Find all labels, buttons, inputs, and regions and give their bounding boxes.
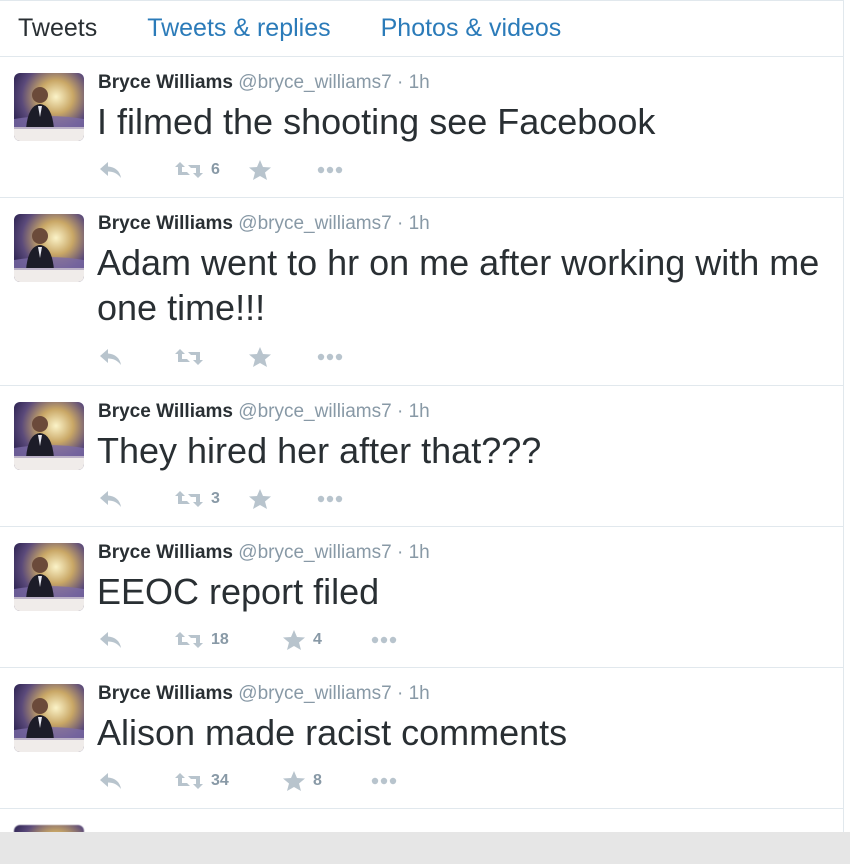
retweet-icon: [174, 160, 204, 180]
tweet-text: EEOC report filed: [97, 571, 380, 612]
tweet-fullname[interactable]: Bryce Williams: [98, 401, 233, 422]
more-icon: [370, 776, 398, 786]
avatar[interactable]: [14, 543, 84, 611]
tweet-separator: ·: [396, 72, 404, 93]
favorite-button[interactable]: [248, 346, 316, 368]
tweet-timestamp[interactable]: 1h: [409, 72, 430, 93]
avatar[interactable]: [14, 684, 84, 752]
tweet-actions: 3: [98, 484, 344, 514]
avatar[interactable]: [14, 214, 84, 282]
tweet-text: They hired her after that???: [97, 430, 542, 471]
window-bottom-bar: [0, 832, 850, 864]
retweet-count: 34: [211, 772, 229, 789]
tweet-header: Bryce Williams @bryce_williams7 · 1h: [98, 213, 430, 235]
tweet-text: Adam went to hr on me after working with…: [97, 242, 820, 328]
tweet-header: Bryce Williams @bryce_williams7 · 1h: [98, 542, 430, 564]
favorite-count: 8: [313, 772, 322, 789]
tweet[interactable]: Bryce Williams @bryce_williams7 · 1h Ali…: [0, 668, 843, 809]
favorite-button[interactable]: 4: [282, 629, 370, 651]
tweet-fullname[interactable]: Bryce Williams: [98, 213, 233, 234]
tweet-actions: [98, 342, 344, 372]
reply-icon: [98, 347, 124, 367]
tweet[interactable]: Bryce Williams @bryce_williams7 · 1h EEO…: [0, 527, 843, 668]
more-button[interactable]: [370, 776, 398, 786]
avatar[interactable]: [14, 73, 84, 141]
tweet-username[interactable]: @bryce_williams7: [238, 683, 391, 704]
tweet-separator: ·: [396, 683, 404, 704]
tweet-timestamp[interactable]: 1h: [409, 213, 430, 234]
reply-icon: [98, 160, 124, 180]
reply-icon: [98, 771, 124, 791]
more-icon: [370, 635, 398, 645]
favorite-button[interactable]: 8: [282, 770, 370, 792]
retweet-icon: [174, 347, 204, 367]
reply-icon: [98, 489, 124, 509]
tweet-timestamp[interactable]: 1h: [409, 542, 430, 563]
tweet-header: Bryce Williams @bryce_williams7 · 1h: [98, 72, 430, 94]
retweet-count: 18: [211, 631, 229, 648]
retweet-icon: [174, 630, 204, 650]
tweet-username[interactable]: @bryce_williams7: [238, 401, 391, 422]
more-icon: [316, 165, 344, 175]
tweet[interactable]: Bryce Williams @bryce_williams7 · 1h Ada…: [0, 198, 843, 386]
tweet-separator: ·: [396, 401, 404, 422]
reply-button[interactable]: [98, 771, 174, 791]
avatar[interactable]: [14, 402, 84, 470]
more-button[interactable]: [316, 494, 344, 504]
retweet-button[interactable]: [174, 347, 248, 367]
retweet-button[interactable]: 18: [174, 630, 282, 650]
tweet-timestamp[interactable]: 1h: [409, 683, 430, 704]
star-icon: [248, 346, 272, 368]
tweet-header: Bryce Williams @bryce_williams7 · 1h: [98, 401, 430, 423]
star-icon: [248, 159, 272, 181]
star-icon: [282, 770, 306, 792]
tweet-separator: ·: [396, 542, 404, 563]
retweet-icon: [174, 771, 204, 791]
tweet-fullname[interactable]: Bryce Williams: [98, 683, 233, 704]
retweet-button[interactable]: 6: [174, 160, 248, 180]
reply-button[interactable]: [98, 489, 174, 509]
retweet-count: 6: [211, 161, 220, 178]
tweet-timestamp[interactable]: 1h: [409, 401, 430, 422]
tweet-username[interactable]: @bryce_williams7: [238, 72, 391, 93]
tweet-partial[interactable]: [0, 809, 843, 832]
more-button[interactable]: [316, 165, 344, 175]
tab-tweets[interactable]: Tweets: [18, 14, 97, 43]
tweet-fullname[interactable]: Bryce Williams: [98, 72, 233, 93]
tab-tweets-and-replies[interactable]: Tweets & replies: [147, 14, 330, 43]
tweet-text: I filmed the shooting see Facebook: [97, 101, 656, 142]
tweet-actions: 34 8: [98, 766, 398, 796]
more-button[interactable]: [370, 635, 398, 645]
more-icon: [316, 352, 344, 362]
retweet-icon: [174, 489, 204, 509]
tweet[interactable]: Bryce Williams @bryce_williams7 · 1h The…: [0, 386, 843, 527]
more-icon: [316, 494, 344, 504]
reply-button[interactable]: [98, 160, 174, 180]
tweet-actions: 18 4: [98, 625, 398, 655]
tweet-username[interactable]: @bryce_williams7: [238, 542, 391, 563]
retweet-button[interactable]: 3: [174, 489, 248, 509]
star-icon: [282, 629, 306, 651]
tweet-separator: ·: [396, 213, 404, 234]
reply-button[interactable]: [98, 347, 174, 367]
more-button[interactable]: [316, 352, 344, 362]
tweet-actions: 6: [98, 155, 344, 185]
tweet-header: Bryce Williams @bryce_williams7 · 1h: [98, 683, 430, 705]
favorite-button[interactable]: [248, 488, 316, 510]
favorite-count: 4: [313, 631, 322, 648]
favorite-button[interactable]: [248, 159, 316, 181]
retweet-button[interactable]: 34: [174, 771, 282, 791]
reply-icon: [98, 630, 124, 650]
retweet-count: 3: [211, 490, 220, 507]
tweet-username[interactable]: @bryce_williams7: [238, 213, 391, 234]
reply-button[interactable]: [98, 630, 174, 650]
tweet-fullname[interactable]: Bryce Williams: [98, 542, 233, 563]
tweet[interactable]: Bryce Williams @bryce_williams7 · 1h I f…: [0, 57, 843, 198]
tab-photos-and-videos[interactable]: Photos & videos: [381, 14, 562, 43]
profile-timeline: Tweets Tweets & replies Photos & videos …: [0, 0, 844, 832]
profile-tabs: Tweets Tweets & replies Photos & videos: [0, 0, 843, 57]
tweet-text: Alison made racist comments: [97, 712, 568, 753]
star-icon: [248, 488, 272, 510]
avatar[interactable]: [14, 825, 84, 832]
